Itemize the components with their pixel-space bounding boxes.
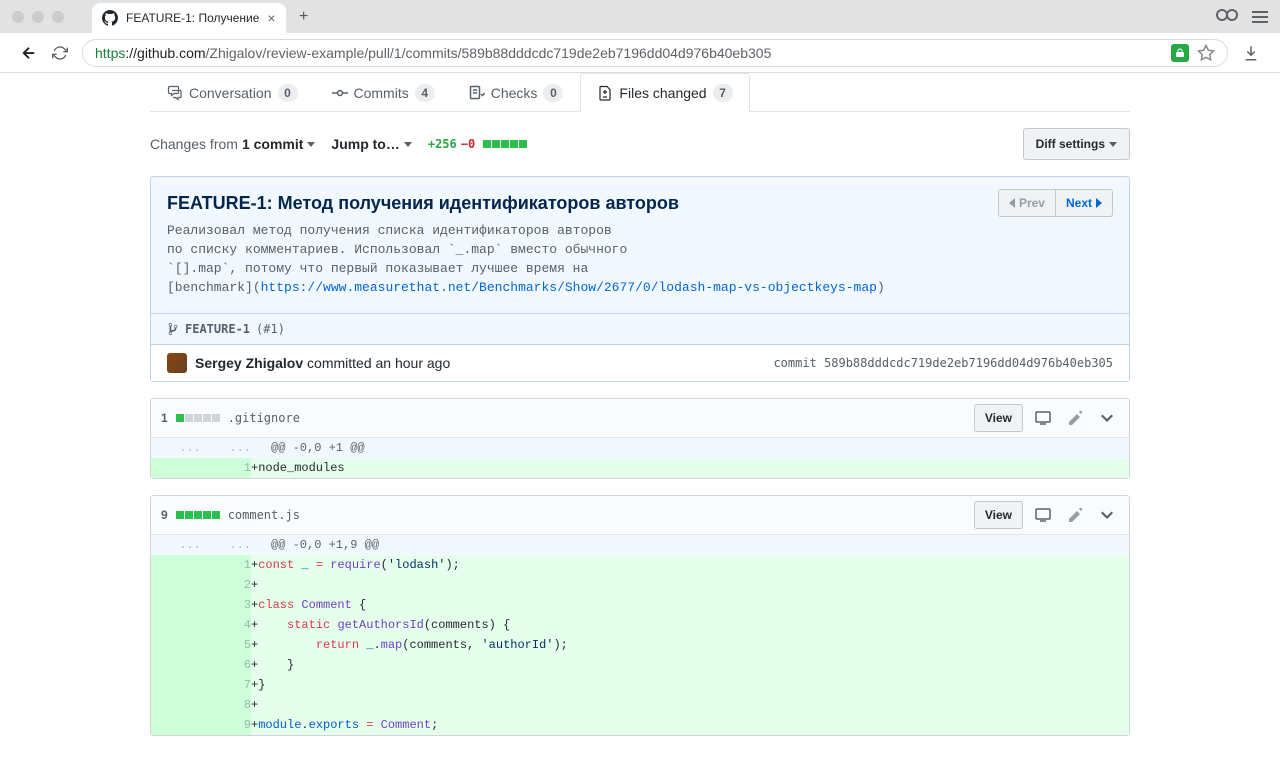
bookmark-star-icon[interactable]	[1197, 44, 1215, 62]
commit-meta: Sergey Zhigalov committed an hour ago co…	[151, 344, 1129, 381]
commit-sha: commit 589b88dddcdc719de2eb7196dd04d976b…	[773, 356, 1113, 370]
tab-files-changed[interactable]: Files changed 7	[580, 73, 749, 112]
tab-checks-count: 0	[543, 84, 563, 102]
prev-commit-button[interactable]: Prev	[998, 189, 1056, 217]
commit-nav: Prev Next	[998, 189, 1113, 217]
branch-name: FEATURE-1	[185, 322, 250, 336]
commit-author-line: Sergey Zhigalov committed an hour ago	[195, 355, 450, 371]
tab-commits-count: 4	[415, 84, 435, 102]
address-bar: https://github.com/Zhigalov/review-examp…	[0, 33, 1280, 73]
pr-toolbar: Changes from 1 commit Jump to… +256 −0 D…	[150, 112, 1130, 176]
tab-conversation-label: Conversation	[189, 85, 272, 101]
benchmark-link[interactable]: https://www.measurethat.net/Benchmarks/S…	[261, 280, 877, 295]
diff-line: 3 +class Comment {	[151, 595, 1129, 615]
diff-settings-button[interactable]: Diff settings	[1023, 128, 1130, 160]
diff-table: ... ... @@ -0,0 +1,9 @@ 1 +const _ = req…	[151, 535, 1129, 735]
diff-table: ... ... @@ -0,0 +1 @@ 1 +node_modules	[151, 438, 1129, 478]
tab-commits[interactable]: Commits 4	[315, 73, 452, 112]
checklist-icon	[469, 85, 485, 101]
commit-branches: FEATURE-1 (#1)	[151, 313, 1129, 344]
file-header: 1 .gitignore View	[151, 399, 1129, 438]
files-container: 1 .gitignore View ... ... @@ -0,0 +1 @@	[150, 398, 1130, 736]
url-text: https://github.com/Zhigalov/review-examp…	[95, 45, 1163, 61]
file: 9 comment.js View ... ... @@ -0,0 +1,9 @…	[150, 495, 1130, 736]
traffic-min[interactable]	[32, 11, 44, 23]
browser-chrome: FEATURE-1: Получение × +	[0, 0, 1280, 33]
edit-file-icon[interactable]	[1063, 504, 1089, 526]
expand-file-icon[interactable]	[1095, 410, 1119, 426]
traffic-close[interactable]	[12, 11, 24, 23]
view-file-button[interactable]: View	[974, 501, 1023, 529]
git-branch-icon	[167, 322, 179, 336]
new-tab-button[interactable]: +	[292, 5, 316, 29]
incognito-icon	[1216, 9, 1238, 25]
edit-file-icon[interactable]	[1063, 407, 1089, 429]
dropdown-caret-icon	[307, 142, 315, 147]
tab-checks-label: Checks	[491, 85, 538, 101]
diff-line: 2 +	[151, 575, 1129, 595]
commit-title: FEATURE-1: Метод получения идентификатор…	[167, 193, 1113, 214]
back-button[interactable]	[20, 44, 38, 62]
traffic-max[interactable]	[52, 11, 64, 23]
page-content: Conversation 0 Commits 4 Checks 0 Files …	[150, 73, 1130, 736]
menu-icon[interactable]	[1252, 9, 1268, 25]
diff-line: 6 + }	[151, 655, 1129, 675]
tab-conversation[interactable]: Conversation 0	[150, 73, 315, 112]
file-header: 9 comment.js View	[151, 496, 1129, 535]
diff-line: 5 + return _.map(comments, 'authorId');	[151, 635, 1129, 655]
file: 1 .gitignore View ... ... @@ -0,0 +1 @@	[150, 398, 1130, 479]
display-mode-icon[interactable]	[1029, 407, 1057, 429]
diff-line: 1 +node_modules	[151, 458, 1129, 478]
tab-checks[interactable]: Checks 0	[452, 73, 581, 112]
dropdown-caret-icon	[1109, 142, 1117, 147]
diff-line: 8 +	[151, 695, 1129, 715]
diff-line: 1 +const _ = require('lodash');	[151, 555, 1129, 575]
tab-files-count: 7	[713, 84, 733, 102]
browser-tab-title: FEATURE-1: Получение	[126, 11, 259, 25]
file-diffstat: 1	[161, 411, 220, 425]
changes-from-menu[interactable]: Changes from 1 commit	[150, 136, 315, 152]
diff-line: 9 +module.exports = Comment;	[151, 715, 1129, 735]
file-name[interactable]: comment.js	[228, 508, 300, 522]
author-avatar[interactable]	[167, 353, 187, 373]
lock-icon	[1171, 44, 1189, 62]
branch-suffix: (#1)	[256, 322, 285, 336]
file-diffstat: 9	[161, 508, 220, 522]
download-icon[interactable]	[1242, 44, 1260, 62]
chevron-left-icon	[1009, 198, 1015, 208]
url-box[interactable]: https://github.com/Zhigalov/review-examp…	[82, 39, 1228, 67]
tab-close-icon[interactable]: ×	[267, 10, 275, 26]
diffstat-summary: +256 −0	[428, 137, 527, 151]
diff-line: 4 + static getAuthorsId(comments) {	[151, 615, 1129, 635]
comment-discussion-icon	[167, 85, 183, 101]
view-file-button[interactable]: View	[974, 404, 1023, 432]
next-commit-button[interactable]: Next	[1055, 189, 1113, 217]
tab-files-label: Files changed	[619, 85, 706, 101]
file-diff-icon	[597, 85, 613, 101]
diffstat-blocks	[483, 140, 527, 148]
diff-line: 7 +}	[151, 675, 1129, 695]
file-name[interactable]: .gitignore	[228, 411, 300, 425]
dropdown-caret-icon	[404, 142, 412, 147]
git-commit-icon	[332, 85, 348, 101]
hunk-header: ... ... @@ -0,0 +1,9 @@	[151, 535, 1129, 555]
jump-to-menu[interactable]: Jump to…	[331, 136, 411, 152]
commit-box: FEATURE-1: Метод получения идентификатор…	[150, 176, 1130, 382]
commit-description: Реализовал метод получения списка иденти…	[167, 222, 1113, 297]
browser-chrome-right	[1216, 9, 1268, 25]
hunk-header: ... ... @@ -0,0 +1 @@	[151, 438, 1129, 458]
browser-tab-active[interactable]: FEATURE-1: Получение ×	[92, 3, 286, 33]
display-mode-icon[interactable]	[1029, 504, 1057, 526]
pr-tabs: Conversation 0 Commits 4 Checks 0 Files …	[150, 73, 1130, 112]
pr-tabnav: Conversation 0 Commits 4 Checks 0 Files …	[150, 73, 1130, 112]
chevron-right-icon	[1096, 198, 1102, 208]
traffic-lights	[12, 11, 64, 23]
expand-file-icon[interactable]	[1095, 507, 1119, 523]
tab-conversation-count: 0	[278, 84, 298, 102]
github-favicon	[102, 10, 118, 26]
tab-commits-label: Commits	[354, 85, 409, 101]
reload-button[interactable]	[52, 45, 68, 61]
tab-bar: FEATURE-1: Получение × +	[92, 0, 316, 33]
